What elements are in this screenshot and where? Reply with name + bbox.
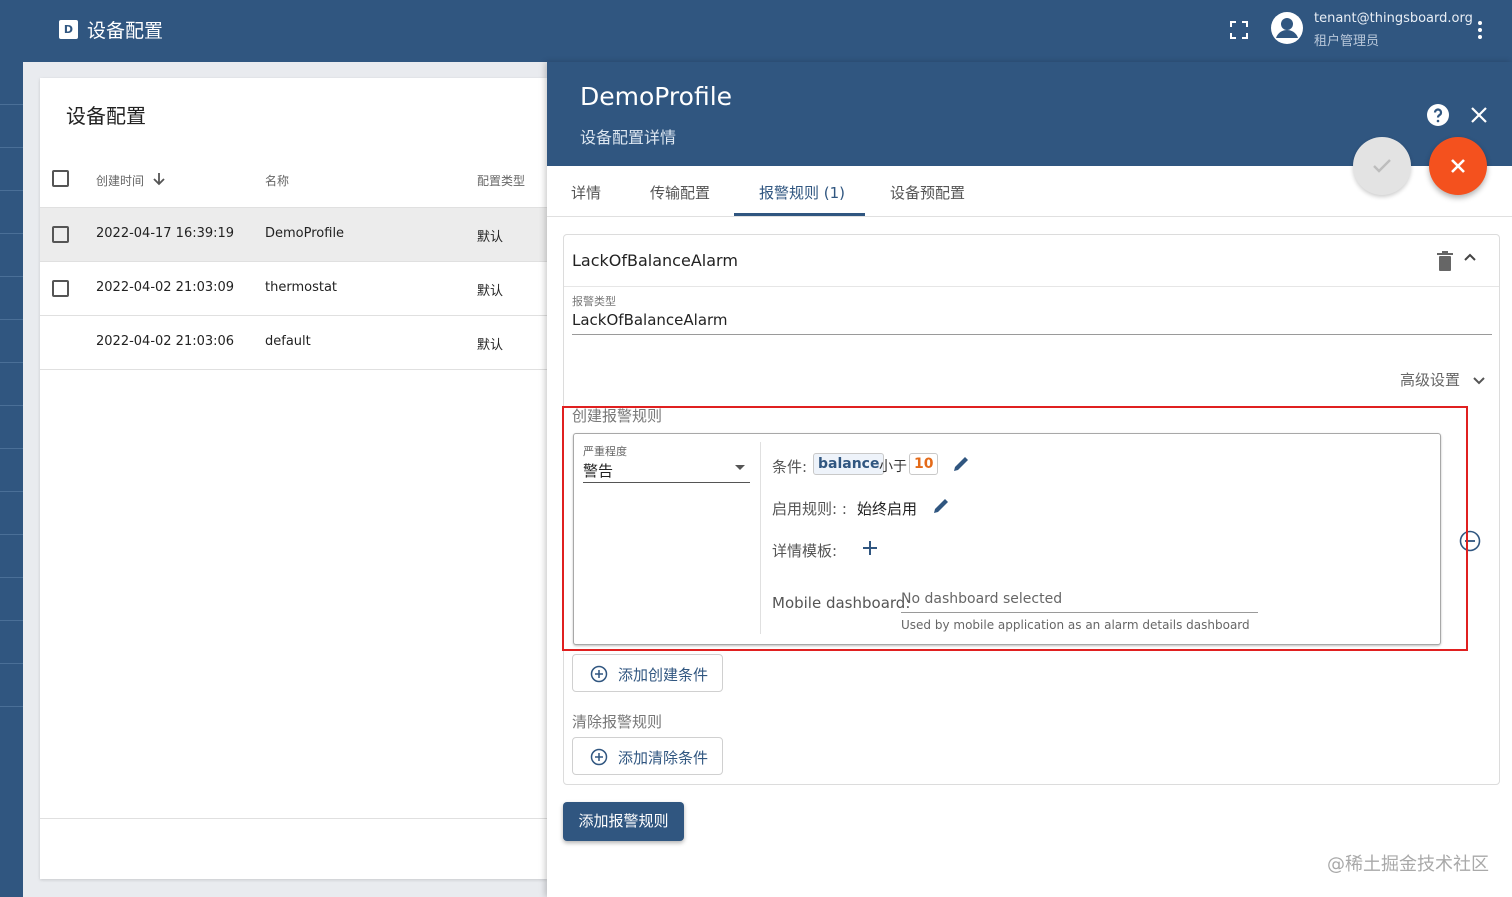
add-circle-icon: [590, 665, 608, 683]
alarm-type-input[interactable]: LackOfBalanceAlarm: [572, 311, 728, 329]
cell-name: default: [265, 334, 311, 349]
account-avatar-icon[interactable]: [1270, 11, 1304, 45]
table-header: 创建时间 名称 配置类型: [40, 164, 547, 208]
add-circle-icon: [590, 748, 608, 766]
table-row[interactable]: 2022-04-02 21:03:09 thermostat 默认: [40, 262, 547, 316]
watermark-text: @稀土掘金技术社区: [1327, 854, 1489, 875]
column-header-created[interactable]: 创建时间: [96, 172, 144, 189]
tab-details[interactable]: 详情: [571, 182, 601, 203]
profile-name: DemoProfile: [580, 82, 733, 111]
device-profile-list-panel: 设备配置 创建时间 名称 配置类型 2022-04-17 16:39:19 De…: [23, 62, 547, 897]
table-row[interactable]: 2022-04-17 16:39:19 DemoProfile 默认: [40, 208, 547, 262]
fullscreen-icon[interactable]: [1228, 19, 1250, 41]
add-clear-condition-label: 添加清除条件: [618, 749, 709, 767]
alarm-type-underline: [572, 334, 1492, 335]
column-header-type[interactable]: 配置类型: [477, 172, 525, 189]
app-bar-title: 设备配置: [87, 20, 164, 42]
cell-type: 默认: [477, 338, 504, 353]
alarm-type-label: 报警类型: [572, 295, 616, 308]
profile-details-panel: DemoProfile 设备配置详情 详情 传输配置 报警规则 (1) 设备预配…: [547, 62, 1512, 897]
user-email[interactable]: tenant@thingsboard.org: [1314, 11, 1473, 26]
cell-name: thermostat: [265, 280, 338, 295]
cell-created: 2022-04-02 21:03:06: [96, 334, 235, 349]
more-vert-icon[interactable]: [1470, 18, 1490, 42]
column-header-name[interactable]: 名称: [265, 172, 289, 189]
chevron-up-icon[interactable]: [1462, 249, 1478, 265]
select-all-checkbox[interactable]: [52, 170, 69, 187]
table-row[interactable]: 2022-04-02 21:03:06 default 默认: [40, 316, 547, 370]
chevron-down-icon[interactable]: [1472, 373, 1486, 387]
active-tab-indicator: [734, 213, 865, 216]
cell-created: 2022-04-02 21:03:09: [96, 280, 235, 295]
sort-arrow-down-icon[interactable]: [152, 171, 166, 187]
top-app-bar: D 设备配置 tenant@thingsboard.org 租户管理员: [0, 0, 1512, 62]
device-profile-table-card: 设备配置 创建时间 名称 配置类型 2022-04-17 16:39:19 De…: [40, 78, 547, 879]
details-subtitle: 设备配置详情: [580, 128, 677, 147]
highlight-annotation-box: [562, 406, 1468, 651]
advanced-settings-toggle[interactable]: 高级设置: [1400, 369, 1460, 390]
app-logo-icon: D: [59, 20, 78, 39]
add-clear-condition-button[interactable]: 添加清除条件: [572, 737, 723, 775]
close-icon[interactable]: [1469, 105, 1489, 125]
alarm-header-divider: [564, 286, 1499, 287]
row-checkbox[interactable]: [52, 226, 69, 243]
tab-transport[interactable]: 传输配置: [650, 182, 710, 203]
add-create-condition-label: 添加创建条件: [618, 666, 709, 684]
tab-provisioning[interactable]: 设备预配置: [890, 182, 965, 203]
cell-type: 默认: [477, 230, 504, 245]
side-nav-rail: [0, 62, 23, 897]
table-footer-divider: [40, 818, 547, 819]
row-checkbox[interactable]: [52, 280, 69, 297]
add-alarm-rule-button[interactable]: 添加报警规则: [563, 802, 684, 841]
user-role: 租户管理员: [1314, 34, 1380, 49]
add-create-condition-button[interactable]: 添加创建条件: [572, 654, 723, 692]
cell-name: DemoProfile: [265, 226, 345, 241]
clear-alarm-rules-label: 清除报警规则: [572, 713, 663, 731]
cell-created: 2022-04-17 16:39:19: [96, 226, 235, 241]
help-icon[interactable]: [1426, 103, 1450, 127]
alarm-rule-title[interactable]: LackOfBalanceAlarm: [572, 251, 738, 270]
list-title: 设备配置: [66, 104, 146, 128]
tab-alarm-rules[interactable]: 报警规则 (1): [759, 182, 845, 203]
details-tabs: 详情 传输配置 报警规则 (1) 设备预配置: [547, 166, 1512, 217]
cell-type: 默认: [477, 284, 504, 299]
alarm-rule-panel: LackOfBalanceAlarm 报警类型 LackOfBalanceAla…: [562, 234, 1500, 785]
delete-icon[interactable]: [1436, 250, 1454, 272]
